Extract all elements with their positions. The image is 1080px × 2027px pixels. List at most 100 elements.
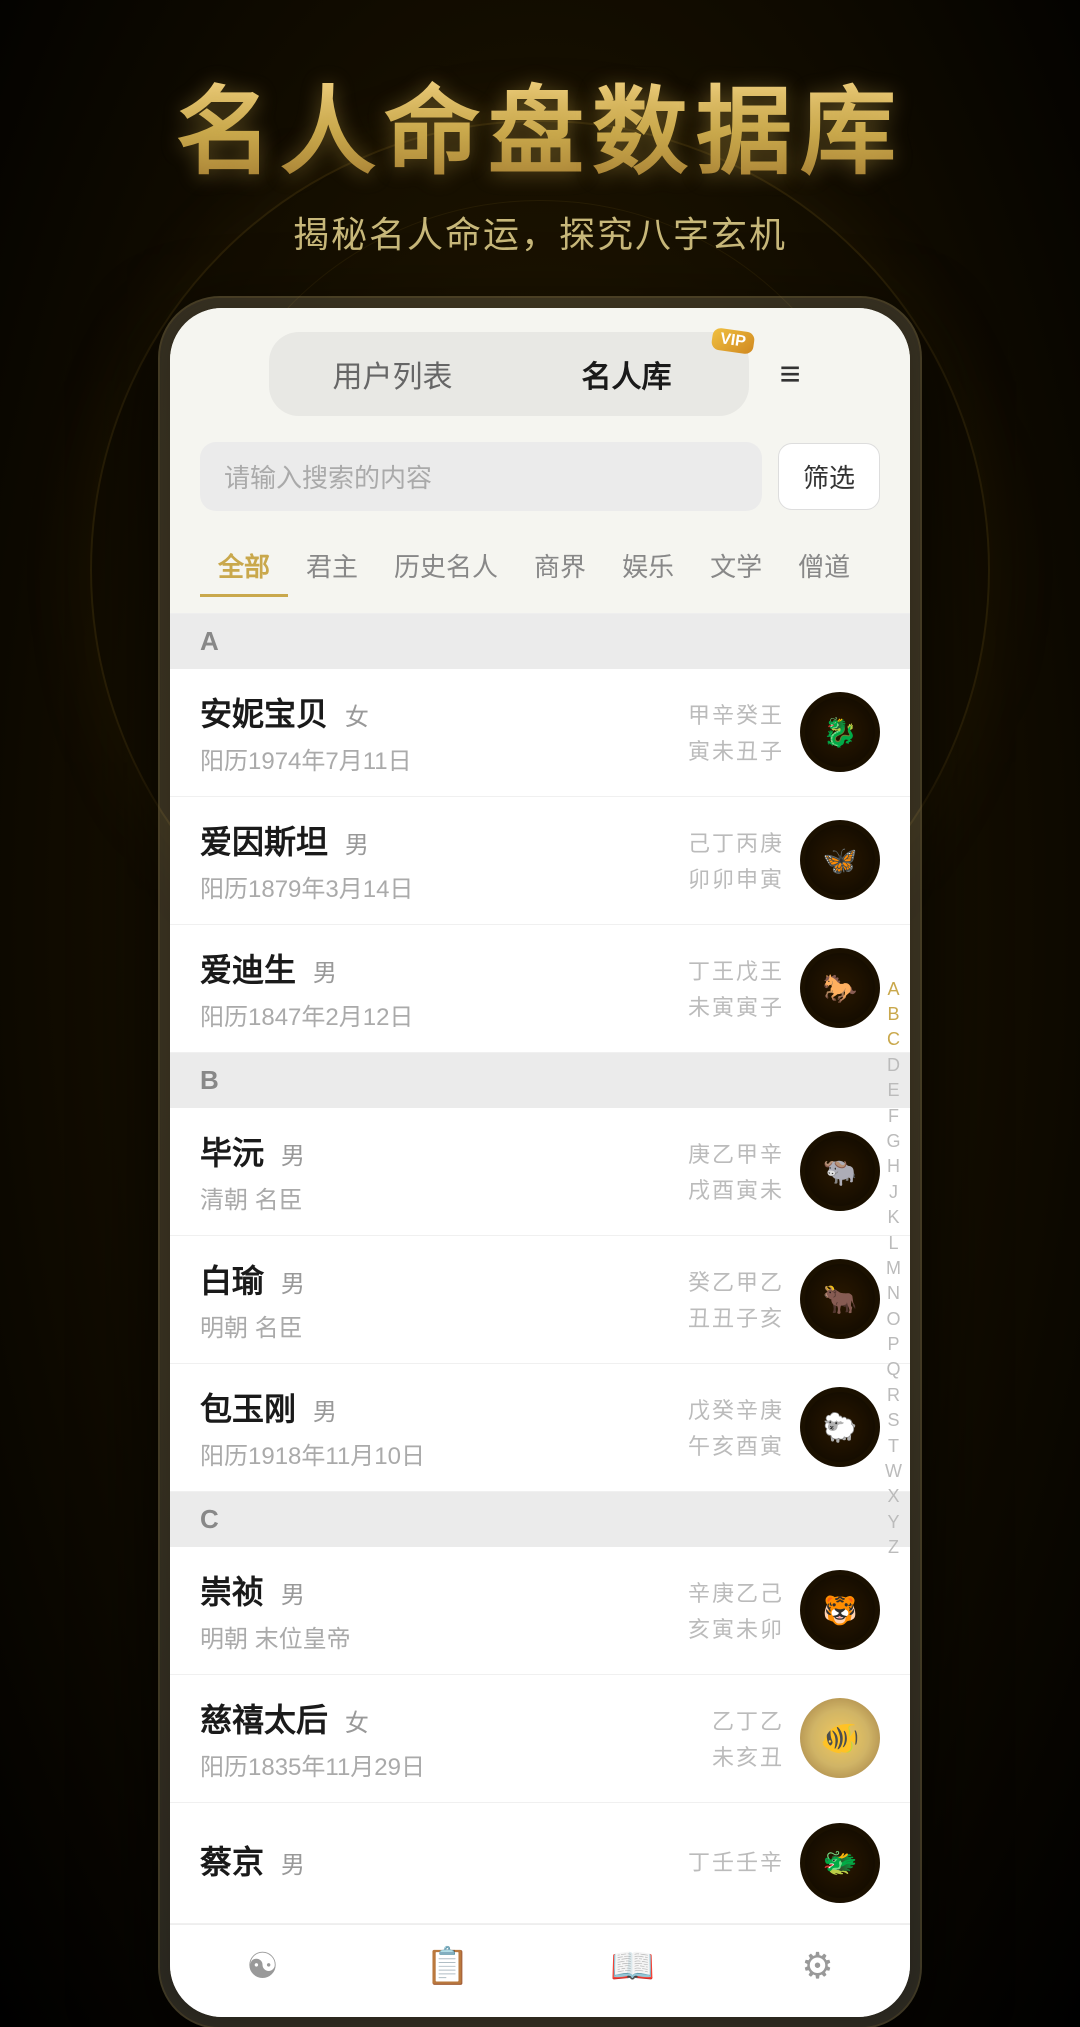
alpha-t[interactable]: T (888, 1435, 899, 1458)
item-info-caijing: 蔡京 男 (200, 1837, 688, 1889)
bazi-bot: 戌酉寅未 (688, 1173, 784, 1205)
alpha-a[interactable]: A (887, 978, 899, 1001)
item-bazi: 庚乙甲辛 戌酉寅未 (688, 1137, 784, 1205)
alpha-p[interactable]: P (887, 1333, 899, 1356)
cat-literature[interactable]: 文学 (692, 537, 780, 597)
alpha-f[interactable]: F (888, 1105, 899, 1128)
settings-icon: ⚙ (801, 1945, 833, 1987)
item-gender: 男 (345, 832, 369, 859)
nav-notes[interactable]: 📋 (355, 1945, 540, 1987)
alpha-w[interactable]: W (885, 1460, 902, 1483)
alpha-q[interactable]: Q (886, 1358, 900, 1381)
item-gender: 男 (313, 1399, 337, 1426)
alpha-l[interactable]: L (888, 1232, 898, 1255)
search-input-wrapper[interactable]: 请输入搜索的内容 (200, 442, 762, 511)
alpha-r[interactable]: R (887, 1384, 900, 1407)
item-gender: 男 (281, 1271, 305, 1298)
item-info-chongzhen: 崇祯 男 明朝 末位皇帝 (200, 1567, 688, 1654)
list-item[interactable]: 白瑜 男 明朝 名臣 癸乙甲乙 丑丑子亥 🐂 (170, 1236, 910, 1364)
list-item[interactable]: 毕沅 男 清朝 名臣 庚乙甲辛 戌酉寅未 🐃 (170, 1108, 910, 1236)
cat-all[interactable]: 全部 (200, 537, 288, 597)
alpha-m[interactable]: M (886, 1257, 901, 1280)
section-header-b: B (170, 1053, 910, 1108)
alpha-j[interactable]: J (889, 1181, 898, 1204)
avatar-inner: 🐯 (805, 1575, 875, 1645)
bazi-bot: 未亥丑 (712, 1740, 784, 1772)
item-avatar: 🐯 (800, 1570, 880, 1650)
list-item[interactable]: 蔡京 男 丁壬壬辛 🐲 (170, 1803, 910, 1924)
alpha-c[interactable]: C (887, 1028, 900, 1051)
item-name: 慈禧太后 女 (200, 1695, 712, 1741)
item-gender: 男 (281, 1143, 305, 1170)
nav-settings[interactable]: ⚙ (725, 1945, 910, 1987)
alpha-h[interactable]: H (887, 1155, 900, 1178)
book-icon: 📖 (610, 1945, 655, 1987)
list-item[interactable]: 慈禧太后 女 阳历1835年11月29日 乙丁乙 未亥丑 🐠 (170, 1675, 910, 1803)
item-avatar: 🐠 (800, 1698, 880, 1778)
alpha-g[interactable]: G (886, 1130, 900, 1153)
category-tabs: 全部 君主 历史名人 商界 娱乐 文学 僧道 (170, 521, 910, 614)
tab-celebrity-db[interactable]: 名人库 VIP (509, 338, 743, 410)
bazi-top: 丁壬壬辛 (688, 1845, 784, 1877)
phone-inner: 用户列表 名人库 VIP ≡ 请输入搜索的内容 筛选 全部 (170, 308, 910, 2017)
item-desc: 阳历1835年11月29日 (200, 1747, 712, 1782)
item-gender: 女 (345, 1710, 369, 1737)
cat-entertainment[interactable]: 娱乐 (604, 537, 692, 597)
list-item[interactable]: 安妮宝贝 女 阳历1974年7月11日 甲辛癸王 寅未丑子 🐉 (170, 669, 910, 797)
menu-icon[interactable]: ≡ (769, 343, 810, 405)
list-item[interactable]: 包玉刚 男 阳历1918年11月10日 戊癸辛庚 午亥酉寅 🐑 (170, 1364, 910, 1492)
nav-book[interactable]: 📖 (540, 1945, 725, 1987)
nav-home[interactable]: ☯ (170, 1945, 355, 1987)
cat-religion[interactable]: 僧道 (780, 537, 868, 597)
item-bazi: 戊癸辛庚 午亥酉寅 (688, 1393, 784, 1461)
alpha-d[interactable]: D (887, 1054, 900, 1077)
bottom-nav: ☯ 📋 📖 ⚙ (170, 1924, 910, 2017)
bazi-top: 乙丁乙 (712, 1704, 784, 1736)
item-info-baoyugang: 包玉刚 男 阳历1918年11月10日 (200, 1384, 688, 1471)
item-name: 爱迪生 男 (200, 945, 688, 991)
item-bazi: 辛庚乙己 亥寅未卯 (688, 1576, 784, 1644)
item-avatar: 🐲 (800, 1823, 880, 1903)
vip-badge: VIP (710, 327, 754, 355)
item-desc: 阳历1974年7月11日 (200, 741, 688, 776)
bazi-bot: 未寅寅子 (688, 990, 784, 1022)
alpha-y[interactable]: Y (887, 1511, 899, 1534)
alpha-b[interactable]: B (887, 1003, 899, 1026)
avatar-inner: 🐠 (805, 1703, 875, 1773)
alpha-k[interactable]: K (887, 1206, 899, 1229)
alpha-n[interactable]: N (887, 1282, 900, 1305)
alpha-o[interactable]: O (886, 1308, 900, 1331)
notes-icon: 📋 (425, 1945, 470, 1987)
alpha-x[interactable]: X (887, 1485, 899, 1508)
filter-button[interactable]: 筛选 (778, 443, 880, 510)
item-desc: 明朝 末位皇帝 (200, 1619, 688, 1654)
avatar-inner: 🐂 (805, 1264, 875, 1334)
alpha-e[interactable]: E (887, 1079, 899, 1102)
item-name: 白瑜 男 (200, 1256, 688, 1302)
cat-history[interactable]: 历史名人 (376, 537, 516, 597)
item-avatar: 🦋 (800, 820, 880, 900)
subtitle: 揭秘名人命运，探究八字玄机 (176, 206, 904, 258)
tab-group: 用户列表 名人库 VIP (269, 332, 749, 416)
bazi-bot: 亥寅未卯 (688, 1612, 784, 1644)
list-item[interactable]: 爱因斯坦 男 阳历1879年3月14日 己丁丙庚 卯卯申寅 🦋 (170, 797, 910, 925)
item-avatar: 🐑 (800, 1387, 880, 1467)
alpha-s[interactable]: S (887, 1409, 899, 1432)
avatar-inner: 🐉 (805, 697, 875, 767)
search-bar: 请输入搜索的内容 筛选 (170, 432, 910, 521)
bazi-bot: 卯卯申寅 (688, 862, 784, 894)
item-name: 崇祯 男 (200, 1567, 688, 1613)
item-info-baiyu: 白瑜 男 明朝 名臣 (200, 1256, 688, 1343)
item-gender: 男 (313, 960, 337, 987)
cat-business[interactable]: 商界 (516, 537, 604, 597)
item-avatar: 🐃 (800, 1131, 880, 1211)
list-item[interactable]: 崇祯 男 明朝 末位皇帝 辛庚乙己 亥寅未卯 🐯 (170, 1547, 910, 1675)
tab-user-list[interactable]: 用户列表 (275, 338, 509, 410)
item-bazi: 己丁丙庚 卯卯申寅 (688, 826, 784, 894)
item-name: 安妮宝贝 女 (200, 689, 688, 735)
bazi-bot: 寅未丑子 (688, 734, 784, 766)
cat-monarch[interactable]: 君主 (288, 537, 376, 597)
alpha-z[interactable]: Z (888, 1536, 899, 1559)
section-header-c: C (170, 1492, 910, 1547)
list-item[interactable]: 爱迪生 男 阳历1847年2月12日 丁王戊王 未寅寅子 🐎 (170, 925, 910, 1053)
